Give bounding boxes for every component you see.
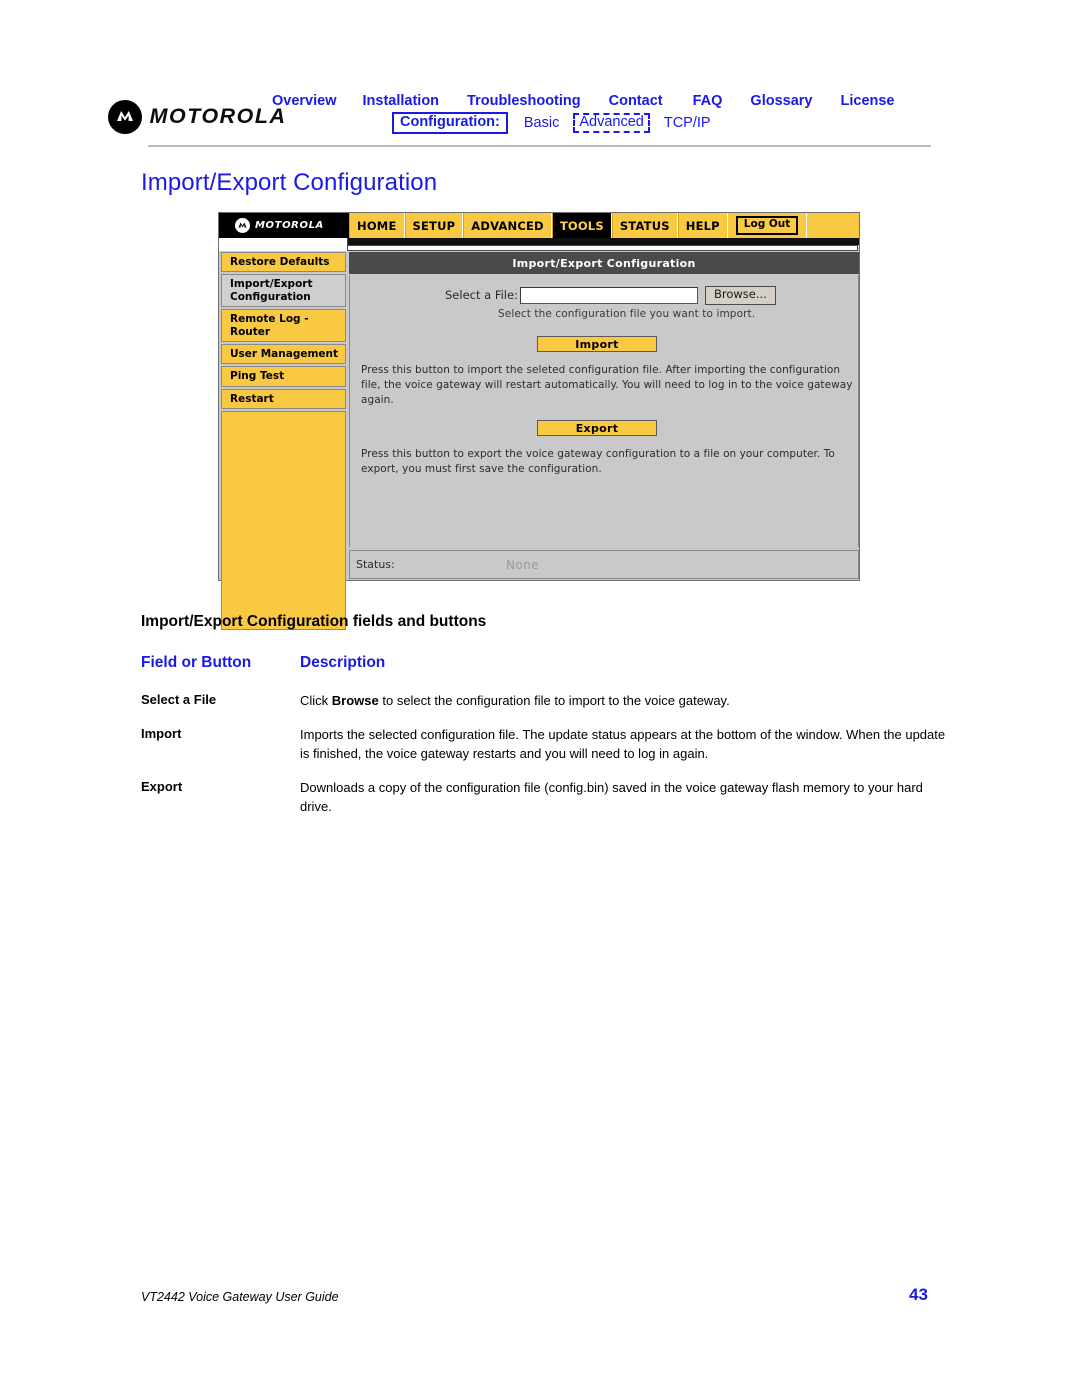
table-cell-field: Select a File xyxy=(141,692,217,707)
router-logout-wrapper: Log Out xyxy=(728,213,808,238)
motorola-wordmark: MOTOROLA xyxy=(149,105,287,128)
nav-link-license[interactable]: License xyxy=(841,93,895,109)
motorola-batwing-icon xyxy=(235,218,250,233)
footer-document-title: VT2442 Voice Gateway User Guide xyxy=(141,1290,339,1304)
select-a-file-input[interactable] xyxy=(519,286,698,304)
logout-button[interactable]: Log Out xyxy=(735,216,799,235)
router-tab-home[interactable]: HOME xyxy=(349,213,405,238)
table-cell-field: Export xyxy=(141,778,183,794)
router-tab-advanced[interactable]: ADVANCED xyxy=(463,213,552,238)
nav-link-contact[interactable]: Contact xyxy=(609,93,663,109)
select-a-file-row: Select a File: Browse... xyxy=(445,286,776,305)
table-cell-field: Import xyxy=(141,725,182,741)
table-row: Select a File Click Browse to select the… xyxy=(141,691,951,711)
page-title: Import/Export Configuration xyxy=(141,169,438,196)
nav-link-faq[interactable]: FAQ xyxy=(693,93,723,109)
footer-page-number: 43 xyxy=(909,1285,928,1304)
header-divider xyxy=(148,145,931,147)
router-logo: MOTOROLA xyxy=(219,213,349,238)
export-button[interactable]: Export xyxy=(537,420,657,436)
router-tab-help[interactable]: HELP xyxy=(677,213,728,238)
table-cell-description: Downloads a copy of the configuration fi… xyxy=(300,778,951,817)
sidebar-item-import-export-configuration[interactable]: Import/Export Configuration xyxy=(221,274,346,308)
nav-link-basic[interactable]: Basic xyxy=(524,115,559,131)
table-header-description: Description xyxy=(300,654,386,671)
page-header: MOTOROLA Overview Installation Troublesh… xyxy=(0,0,1080,160)
nav-link-advanced[interactable]: Advanced xyxy=(573,113,650,134)
sidebar-item-remote-log-router[interactable]: Remote Log - Router xyxy=(221,309,346,342)
status-label: Status: xyxy=(356,558,395,571)
table-header-field: Field or Button xyxy=(141,654,252,671)
desc-text-bold: Browse xyxy=(331,693,379,708)
primary-nav: Overview Installation Troubleshooting Co… xyxy=(272,93,895,109)
router-topbar: MOTOROLA HOME SETUP ADVANCED TOOLS STATU… xyxy=(219,213,859,238)
sidebar-item-user-management[interactable]: User Management xyxy=(221,343,346,365)
router-sidebar-divider xyxy=(219,238,348,251)
router-wordmark: MOTOROLA xyxy=(255,220,324,231)
nav-link-troubleshooting[interactable]: Troubleshooting xyxy=(467,93,581,109)
nav-link-tcpip[interactable]: TCP/IP xyxy=(664,115,711,131)
table-header-row: Field or Button Description xyxy=(141,654,941,672)
nav-link-overview[interactable]: Overview xyxy=(272,93,337,109)
browse-button[interactable]: Browse... xyxy=(704,286,776,305)
import-button[interactable]: Import xyxy=(537,336,657,352)
router-status-bar: Status: None xyxy=(349,550,859,579)
motorola-batwing-icon xyxy=(108,100,142,134)
table-caption: Import/Export Configuration fields and b… xyxy=(141,613,487,630)
router-tab-tools[interactable]: TOOLS xyxy=(551,213,612,238)
import-description: Press this button to import the seleted … xyxy=(361,364,853,407)
table-cell-description: Imports the selected configuration file.… xyxy=(300,725,951,764)
nav-link-glossary[interactable]: Glossary xyxy=(750,93,812,109)
sidebar-filler xyxy=(221,411,346,630)
router-tab-setup[interactable]: SETUP xyxy=(404,213,464,238)
desc-text-pre: Click xyxy=(300,693,332,708)
router-ui-screenshot: MOTOROLA HOME SETUP ADVANCED TOOLS STATU… xyxy=(218,212,860,630)
router-topbar-filler xyxy=(807,213,859,238)
router-page-heading: Import/Export Configuration xyxy=(349,252,859,274)
nav-link-installation[interactable]: Installation xyxy=(363,93,440,109)
router-sidebar: Restore Defaults Import/Export Configura… xyxy=(219,252,348,630)
select-a-file-hint: Select the configuration file you want t… xyxy=(498,308,756,320)
table-body: Select a File Click Browse to select the… xyxy=(141,691,951,831)
secondary-nav: Configuration: Basic Advanced TCP/IP xyxy=(392,112,711,135)
table-row: Export Downloads a copy of the configura… xyxy=(141,778,951,817)
router-tab-status[interactable]: STATUS xyxy=(611,213,678,238)
export-description: Press this button to export the voice ga… xyxy=(361,448,835,476)
status-value: None xyxy=(506,557,539,572)
desc-text-pre: Imports the selected configuration file.… xyxy=(300,726,946,762)
table-row: Import Imports the selected configuratio… xyxy=(141,725,951,764)
desc-text-post: to select the configuration file to impo… xyxy=(378,693,730,708)
select-a-file-label: Select a File: xyxy=(445,288,518,303)
desc-text-pre: Downloads a copy of the configuration fi… xyxy=(300,779,923,815)
motorola-logo: MOTOROLA xyxy=(108,100,285,134)
nav-group-configuration: Configuration: xyxy=(392,112,508,135)
router-content-panel: Select a File: Browse... Select the conf… xyxy=(349,275,859,547)
sidebar-item-restart[interactable]: Restart xyxy=(221,388,346,409)
sidebar-item-restore-defaults[interactable]: Restore Defaults xyxy=(221,252,346,273)
sidebar-item-ping-test[interactable]: Ping Test xyxy=(221,366,346,387)
table-cell-description: Click Browse to select the configuration… xyxy=(300,691,951,711)
